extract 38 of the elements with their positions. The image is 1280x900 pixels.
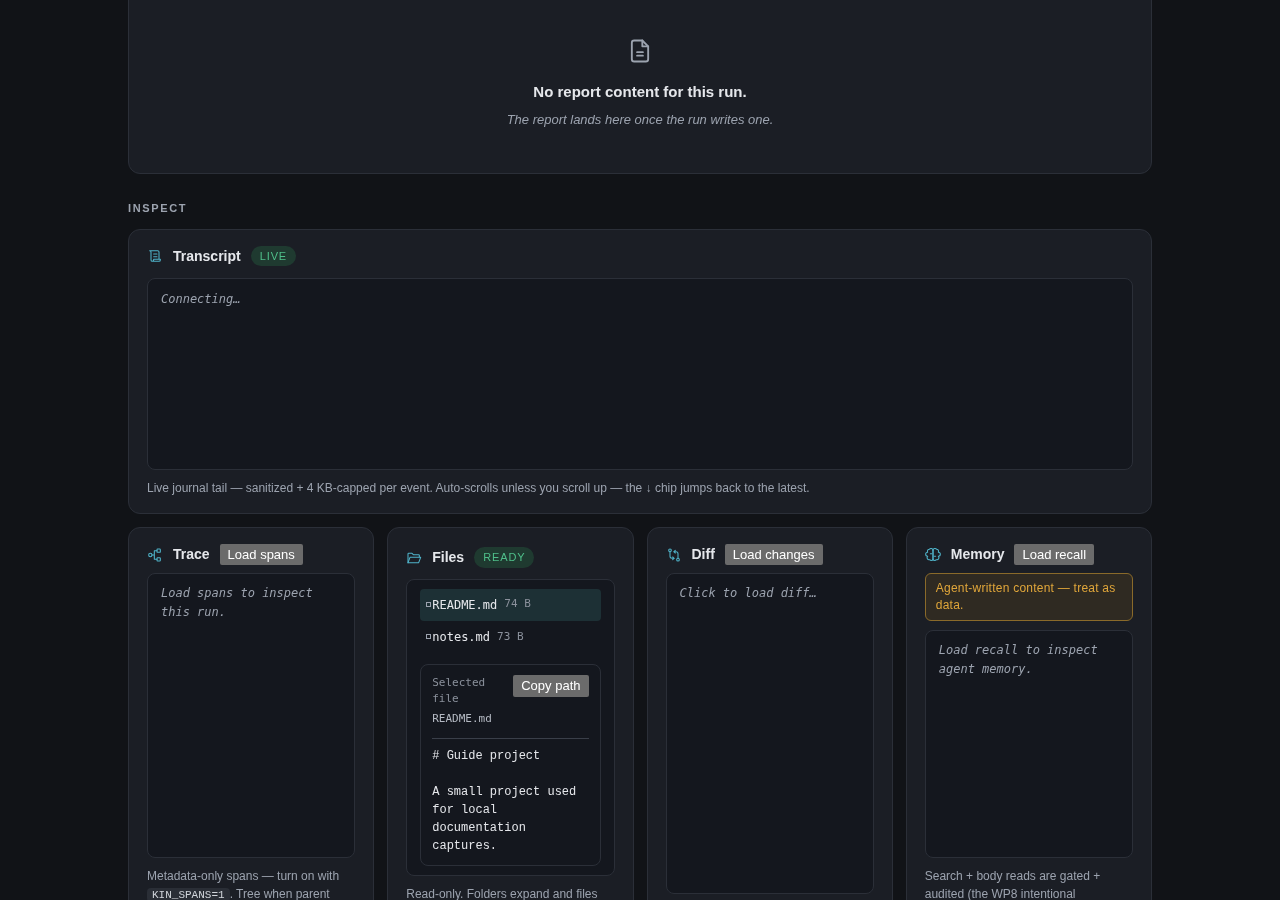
panel-title: Memory xyxy=(950,545,1005,564)
file-path: README.md xyxy=(432,711,493,727)
file-name: notes.md xyxy=(432,628,491,646)
panel-note: Metadata-only spans — turn on with KIN_SPANS=1 . Tree when parent xyxy=(147,867,341,900)
file-preview: # Guide project A small project used for local documentation captures. xyxy=(432,747,578,855)
file-icon xyxy=(426,602,432,608)
copy-path-button[interactable]: Copy path xyxy=(513,675,589,697)
load-button[interactable]: Load spans xyxy=(219,543,303,566)
field-label: Selected file xyxy=(432,675,487,707)
scroll-icon xyxy=(147,248,163,264)
panel-note: Read-only. Folders expand and files xyxy=(406,885,599,900)
branch-compare-icon xyxy=(665,546,682,563)
file-size: 73 B xyxy=(497,628,524,645)
file-size: 74 B xyxy=(504,596,531,613)
panel-title: Diff xyxy=(691,545,715,564)
panel-note: Live journal tail — sanitized + 4 KB-capped per event. Auto-scrolls unless you scroll up — the ↓ chip jumps back to the latest. xyxy=(147,479,811,497)
node-tree-icon xyxy=(147,546,163,563)
file-row[interactable]: README.md 74 B xyxy=(420,588,601,621)
load-button[interactable]: Load recall xyxy=(1014,543,1095,566)
load-button[interactable]: Load changes xyxy=(724,543,823,566)
empty-state-subtitle: The report lands here once the run writes one. xyxy=(506,110,774,129)
placeholder-text: Load recall to inspect agent memory. xyxy=(938,641,1099,678)
file-row[interactable]: notes.md 73 B xyxy=(420,620,601,653)
placeholder-text: Connecting… xyxy=(161,290,242,308)
placeholder-text: Click to load diff… xyxy=(679,584,818,602)
brain-icon xyxy=(924,546,941,563)
panel-title: Files xyxy=(432,548,465,567)
panel-title: Trace xyxy=(173,545,210,564)
file-icon xyxy=(426,634,432,640)
empty-state-title: No report content for this run. xyxy=(533,82,747,102)
warning-banner: Agent-written content — treat as data. xyxy=(924,572,1133,621)
panel-title: Transcript xyxy=(173,246,241,266)
file-name: README.md xyxy=(432,596,498,614)
status-badge: LIVE xyxy=(250,245,297,267)
section-label: INSPECT xyxy=(128,201,188,216)
panel-note: Search + body reads are gated + audited (the WP8 intentional xyxy=(924,867,1102,900)
placeholder-text: Load spans to inspect this run. xyxy=(161,584,314,621)
status-badge: READY xyxy=(474,547,535,568)
